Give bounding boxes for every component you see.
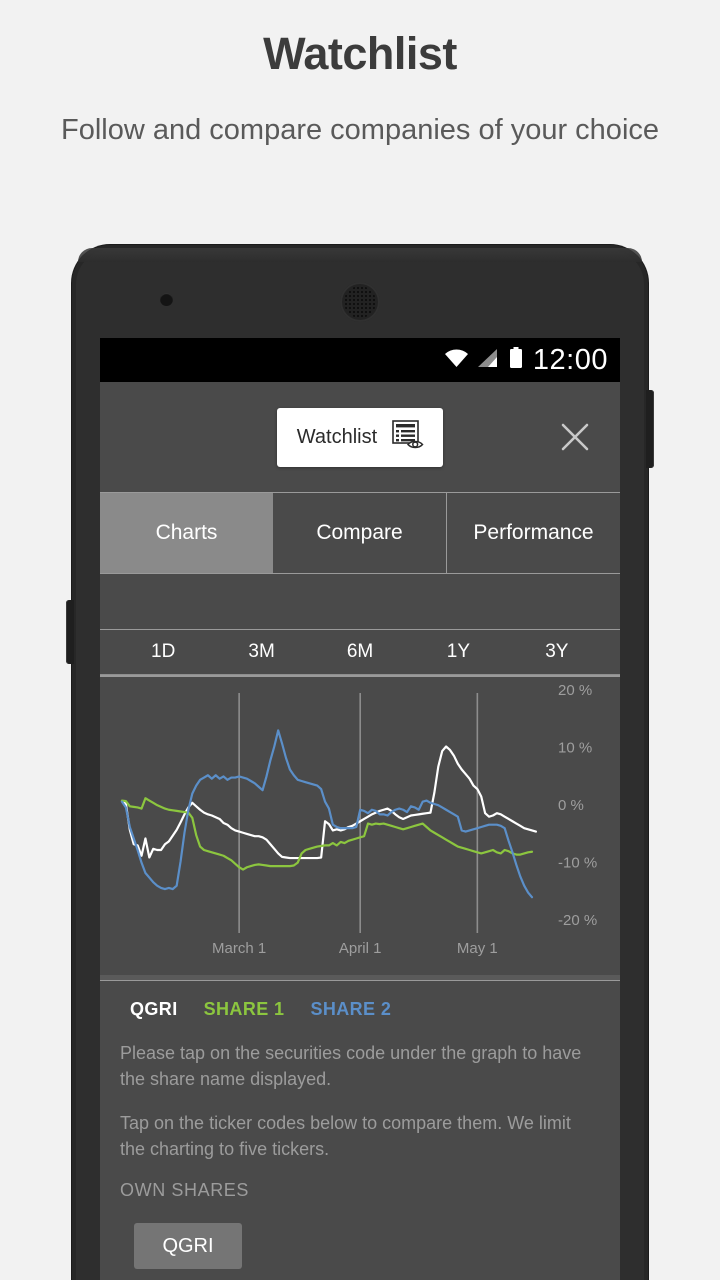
svg-text:April 1: April 1 — [339, 940, 382, 957]
wifi-icon — [444, 348, 469, 373]
page-title: Watchlist — [263, 28, 457, 79]
svg-text:-20 %: -20 % — [558, 912, 597, 929]
svg-text:10 %: 10 % — [558, 740, 592, 757]
status-clock: 12:00 — [532, 343, 608, 376]
signal-icon — [477, 348, 500, 373]
watchlist-card-label: Watchlist — [296, 425, 378, 448]
hint-text-2: Tap on the ticker codes below to compare… — [120, 1113, 571, 1159]
tab-charts[interactable]: Charts — [100, 493, 273, 573]
page-subtitle: Follow and compare companies of your cho… — [60, 114, 660, 146]
bezel-highlight — [78, 248, 642, 262]
tab-performance[interactable]: Performance — [447, 493, 620, 573]
range-6m[interactable]: 6M — [311, 641, 409, 663]
toolbar-spacer — [100, 574, 620, 630]
range-1d[interactable]: 1D — [114, 641, 212, 663]
svg-text:March 1: March 1 — [212, 940, 266, 957]
watchlist-document-eye-icon — [391, 419, 425, 456]
legend-item-share-1[interactable]: SHARE 1 — [204, 999, 285, 1020]
chart-legend: QGRI SHARE 1 SHARE 2 — [100, 981, 620, 1034]
status-icons — [444, 346, 523, 374]
ticker-chip-qgri[interactable]: QGRI — [134, 1223, 242, 1269]
tab-compare[interactable]: Compare — [273, 493, 447, 573]
phone-screen: 12:00 Watchlist Charts Compare Performan… — [100, 338, 620, 1280]
svg-text:-10 %: -10 % — [558, 855, 597, 872]
earpiece-speaker-icon — [340, 282, 380, 322]
power-button[interactable] — [646, 390, 654, 468]
svg-text:May 1: May 1 — [457, 940, 498, 957]
app-bar: Watchlist — [100, 382, 620, 492]
front-camera-icon — [160, 293, 173, 306]
info-section: Please tap on the securities code under … — [100, 1034, 620, 1269]
range-3m[interactable]: 3M — [212, 641, 310, 663]
battery-icon — [509, 346, 523, 374]
svg-text:20 %: 20 % — [558, 682, 592, 699]
own-shares-label: OWN SHARES — [120, 1180, 250, 1200]
own-shares-chip-list: QGRI — [120, 1223, 600, 1269]
range-3y[interactable]: 3Y — [508, 641, 606, 663]
legend-item-share-2[interactable]: SHARE 2 — [310, 999, 391, 1020]
status-bar: 12:00 — [100, 338, 620, 382]
svg-text:0 %: 0 % — [558, 797, 584, 814]
range-1y[interactable]: 1Y — [409, 641, 507, 663]
hint-text-1: Please tap on the securities code under … — [120, 1043, 582, 1089]
watchlist-title-card[interactable]: Watchlist — [276, 407, 444, 467]
close-icon[interactable] — [558, 420, 592, 454]
tab-bar: Charts Compare Performance — [100, 492, 620, 574]
promo-page: Watchlist Follow and compare companies o… — [0, 0, 720, 1280]
performance-chart[interactable]: 20 % 10 % 0 % -10 % -20 % March 1 April 1 May 1 — [100, 675, 620, 975]
range-selector: 1D 3M 6M 1Y 3Y — [100, 630, 620, 675]
volume-button[interactable] — [66, 600, 74, 664]
legend-item-qgri[interactable]: QGRI — [130, 999, 178, 1020]
